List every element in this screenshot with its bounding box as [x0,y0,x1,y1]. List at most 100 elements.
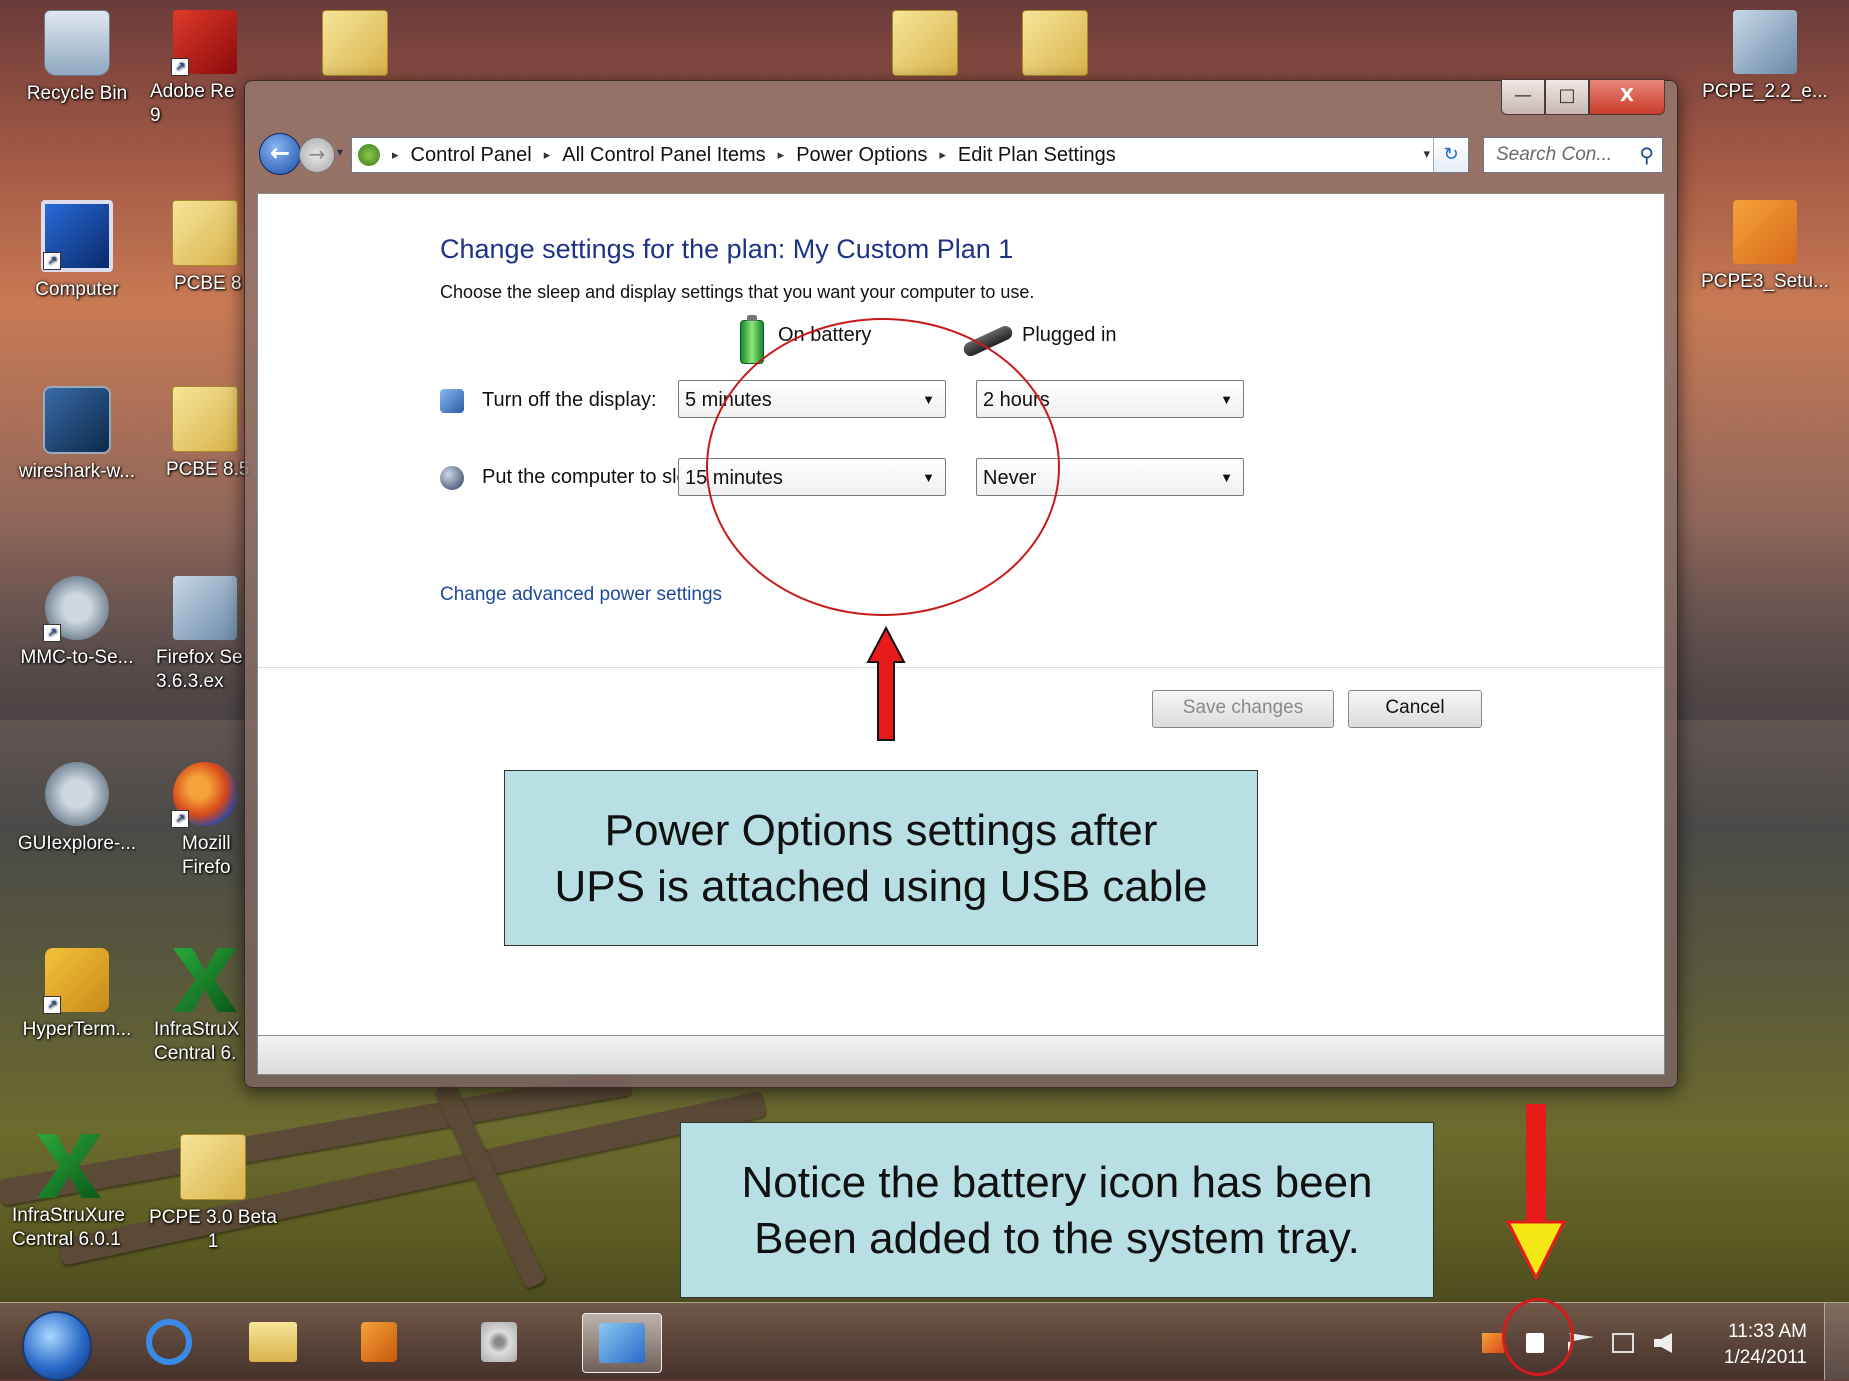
control-panel-icon [599,1323,645,1363]
shortcut-arrow-icon: ↗ [43,996,61,1014]
column-plugged-in: Plugged in [1022,324,1117,346]
gear-icon [45,762,109,826]
explorer-taskbar-button[interactable] [244,1313,302,1371]
breadcrumb-power-options[interactable]: Power Options [796,144,927,167]
page-title: Change settings for the plan: My Custom … [440,234,1014,264]
desktop-icon-pcpe3-setup[interactable]: PCPE3_Setu... [1700,200,1830,294]
desktop-icon-label: PCPE3_Setu... [1701,271,1829,292]
breadcrumb-separator[interactable]: ▸ [544,147,551,163]
clock-time: 11:33 AM [1728,1321,1807,1342]
desktop-icon-label: wireshark-w... [18,461,136,482]
highlight-ellipse [706,318,1060,616]
internet-explorer-icon [146,1319,192,1365]
divider [258,667,1664,668]
desktop-icon-infrastruxure-central[interactable]: InfraStruXure Central 6.0.1 [4,1134,134,1252]
minimize-button[interactable]: — [1501,79,1545,115]
save-changes-button[interactable]: Save changes [1152,690,1334,728]
media-player-taskbar-button[interactable] [350,1313,408,1371]
firefox-icon: ↗ [171,762,237,828]
desktop-icon-label: Computer [35,279,119,300]
address-bar[interactable]: ▸ Control Panel ▸ All Control Panel Item… [351,137,1469,173]
desktop-icon-recycle-bin[interactable]: Recycle Bin [12,10,142,106]
shortcut-arrow-icon: ↗ [43,252,61,270]
start-button[interactable] [22,1311,92,1381]
desktop-icon-pcpe3-beta[interactable]: PCPE 3.0 Beta 1 [148,1134,278,1254]
desktop-icon-computer[interactable]: ↗ Computer [12,200,142,302]
search-icon[interactable]: ⚲ [1639,143,1654,167]
sleep-moon-icon [440,466,464,490]
internet-explorer-taskbar-button[interactable] [140,1313,198,1371]
folder-icon [322,10,388,76]
search-input[interactable]: Search Con... [1496,144,1612,166]
breadcrumb-separator[interactable]: ▸ [392,147,399,163]
desktop-icon-label: PCPE 3.0 Beta 1 [149,1207,277,1252]
tray-highlight-circle [1502,1298,1574,1376]
navigation-bar: ← → ▾ ▸ Control Panel ▸ All Control Pane… [259,133,1663,175]
close-button[interactable]: X [1589,79,1665,115]
setup-disc-icon [1733,10,1797,74]
desktop-icon-label: Recycle Bin [26,83,128,104]
advanced-power-settings-link[interactable]: Change advanced power settings [440,584,722,606]
disc-app-taskbar-button[interactable] [470,1313,528,1371]
breadcrumb-separator[interactable]: ▸ [939,147,946,163]
disc-icon [481,1322,517,1362]
yellow-down-arrow-icon [1506,1104,1566,1282]
desktop-icon-label: GUIexplore-... [17,833,137,854]
forward-button[interactable]: → [299,137,335,173]
volume-icon[interactable] [1654,1333,1672,1353]
desktop-icon-pcpe22[interactable]: PCPE_2.2_e... [1700,10,1830,104]
desktop-icon-wireshark[interactable]: wireshark-w... [12,386,142,484]
gear-icon: ↗ [43,576,109,642]
battery-icon [740,315,764,364]
address-dropdown-button[interactable]: ▾ [1423,147,1430,162]
folder-icon [172,200,238,266]
desktop-icon-folder[interactable] [860,10,990,82]
folder-icon [172,386,238,452]
desktop-icon-guiexplore[interactable]: GUIexplore-... [12,762,142,856]
clock-date: 1/24/2011 [1723,1347,1807,1368]
refresh-icon[interactable]: ↻ [1433,138,1468,172]
wireshark-icon [43,386,111,454]
breadcrumb-edit-plan-settings[interactable]: Edit Plan Settings [958,144,1116,167]
desktop-icon-label: MMC-to-Se... [20,647,134,668]
breadcrumb-all-items[interactable]: All Control Panel Items [562,144,765,167]
control-panel-taskbar-button[interactable] [582,1313,662,1373]
shortcut-arrow-icon: ↗ [43,624,61,642]
desktop-icon-folder[interactable] [990,10,1120,82]
status-bar [257,1035,1665,1075]
callout-power-options: Power Options settings after UPS is atta… [504,770,1258,946]
search-box[interactable]: Search Con... ⚲ [1483,137,1663,173]
computer-icon: ↗ [41,200,113,272]
control-panel-icon [358,144,380,166]
desktop-icon-hyperterminal[interactable]: ↗ HyperTerm... [12,948,142,1042]
back-button[interactable]: ← [259,133,301,175]
infrastruxure-icon [37,1134,101,1198]
recycle-bin-icon [44,10,110,76]
breadcrumb-separator[interactable]: ▸ [778,147,785,163]
callout-system-tray: Notice the battery icon has been Been ad… [680,1122,1434,1298]
desktop-icon-mmc[interactable]: ↗ MMC-to-Se... [12,576,142,670]
chevron-down-icon: ▼ [1220,392,1233,407]
folder-icon [180,1134,246,1200]
turn-off-display-label: Turn off the display: [482,389,657,411]
maximize-button[interactable]: □ [1545,79,1589,115]
adobe-reader-icon: ↗ [171,10,237,76]
desktop-icon-label: HyperTerm... [22,1019,132,1040]
shortcut-arrow-icon: ↗ [171,810,189,828]
breadcrumb-control-panel[interactable]: Control Panel [411,144,532,167]
folder-icon [249,1322,297,1362]
network-icon[interactable] [1612,1333,1634,1353]
recent-pages-dropdown[interactable]: ▾ [337,145,343,159]
shortcut-arrow-icon: ↗ [171,58,189,76]
red-up-arrow-icon [866,626,906,741]
show-desktop-button[interactable] [1824,1303,1849,1380]
desktop-icon-folder[interactable] [290,10,420,82]
hyperterminal-icon: ↗ [43,948,109,1014]
cancel-button[interactable]: Cancel [1348,690,1482,728]
folder-icon [892,10,958,76]
chevron-down-icon: ▼ [1220,470,1233,485]
app-tray-icon[interactable] [1482,1333,1504,1353]
system-clock[interactable]: 11:33 AM 1/24/2011 [1724,1319,1807,1371]
breadcrumb: ▸ Control Panel ▸ All Control Panel Item… [388,138,1116,172]
desktop-icon-label: PCPE_2.2_e... [1702,81,1828,102]
